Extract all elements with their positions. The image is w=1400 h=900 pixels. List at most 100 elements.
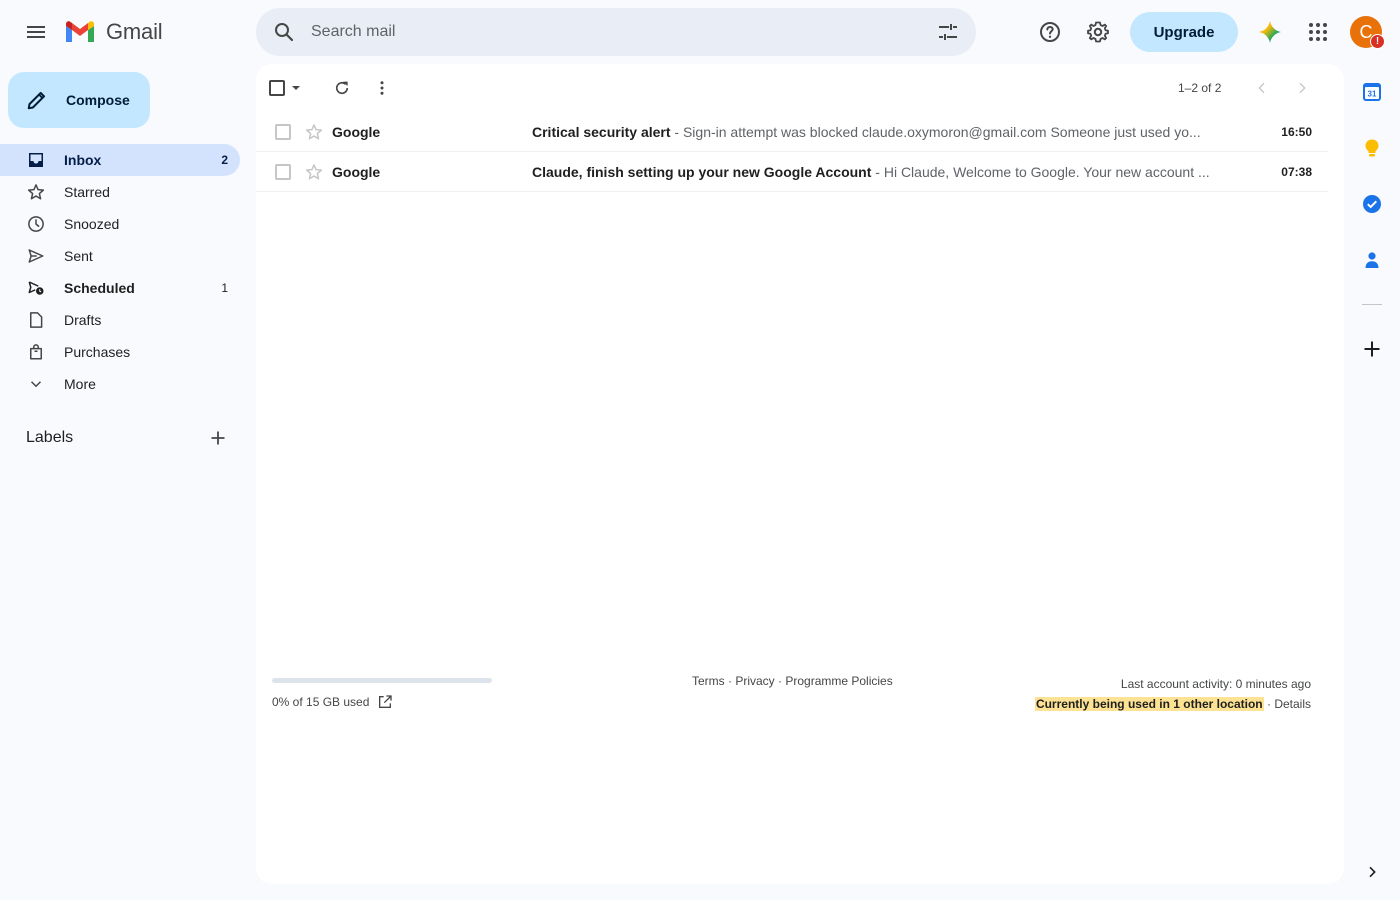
pencil-icon bbox=[27, 91, 46, 110]
footer-separator: · bbox=[774, 674, 786, 688]
email-snippet: - Sign-in attempt was blocked claude.oxy… bbox=[670, 123, 1201, 140]
newer-button[interactable] bbox=[1246, 72, 1278, 104]
main-menu-button[interactable] bbox=[12, 8, 60, 56]
email-checkbox[interactable] bbox=[275, 123, 291, 140]
email-time: 16:50 bbox=[1281, 124, 1312, 139]
send-icon bbox=[28, 249, 44, 263]
email-row[interactable]: Google Critical security alert - Sign-in… bbox=[256, 112, 1328, 152]
tasks-button[interactable] bbox=[1352, 184, 1392, 224]
sidebar-nav: Inbox 2 Starred Snoozed Sent Scheduled 1… bbox=[0, 144, 240, 400]
programme-policies-link[interactable]: Programme Policies bbox=[785, 674, 892, 688]
sidebar-item-starred[interactable]: Starred bbox=[0, 176, 240, 208]
side-panel-divider bbox=[1362, 304, 1382, 305]
footer-separator: · bbox=[724, 674, 736, 688]
tasks-icon bbox=[1363, 195, 1381, 213]
search-button[interactable] bbox=[260, 8, 308, 56]
settings-button[interactable] bbox=[1074, 8, 1122, 56]
pagination-text: 1–2 of 2 bbox=[1178, 81, 1222, 95]
star-icon[interactable] bbox=[305, 163, 323, 181]
labels-section-header: Labels bbox=[26, 426, 240, 450]
more-vert-icon bbox=[380, 81, 384, 95]
search-icon bbox=[275, 23, 294, 42]
email-sender: Google bbox=[332, 123, 381, 140]
expand-panel-icon bbox=[1369, 866, 1376, 878]
sidebar-item-label: Scheduled bbox=[64, 280, 135, 296]
get-addons-button[interactable] bbox=[1352, 329, 1392, 369]
show-side-panel-button[interactable] bbox=[1356, 856, 1388, 888]
mail-footer: 0% of 15 GB used Terms · Privacy · Progr… bbox=[256, 670, 1328, 730]
gemini-icon bbox=[1259, 21, 1281, 43]
email-subject: Critical security alert bbox=[532, 123, 671, 140]
google-apps-button[interactable] bbox=[1294, 8, 1342, 56]
details-link[interactable]: Details bbox=[1274, 697, 1311, 711]
last-activity-text: Last account activity: 0 minutes ago bbox=[1120, 677, 1311, 691]
compose-label: Compose bbox=[66, 92, 130, 108]
top-bar: Gmail Upgrade C ! bbox=[0, 0, 1400, 64]
help-icon bbox=[1040, 22, 1060, 42]
more-actions-button[interactable] bbox=[366, 72, 398, 104]
draft-icon bbox=[30, 312, 43, 328]
mail-panel: 1–2 of 2 Google Critical security alert … bbox=[256, 64, 1344, 884]
sidebar-item-label: Drafts bbox=[64, 312, 102, 328]
sidebar-item-more[interactable]: More bbox=[0, 368, 240, 400]
gemini-button[interactable] bbox=[1248, 10, 1292, 54]
scheduled-count: 1 bbox=[221, 281, 228, 295]
email-row[interactable]: Google Claude, finish setting up your ne… bbox=[256, 152, 1328, 192]
mail-toolbar: 1–2 of 2 bbox=[256, 64, 1328, 112]
sidebar-item-purchases[interactable]: Purchases bbox=[0, 336, 240, 368]
terms-link[interactable]: Terms bbox=[692, 674, 725, 688]
storage-text: 0% of 15 GB used bbox=[272, 695, 370, 709]
sidebar-item-label: Starred bbox=[64, 184, 110, 200]
labels-title: Labels bbox=[26, 429, 74, 446]
contacts-icon bbox=[1365, 252, 1379, 268]
contacts-button[interactable] bbox=[1352, 240, 1392, 280]
gmail-m-icon bbox=[66, 21, 94, 42]
account-activity: Last account activity: 0 minutes ago Cur… bbox=[1034, 674, 1311, 714]
star-icon[interactable] bbox=[305, 123, 323, 141]
shopping-bag-icon bbox=[30, 344, 42, 360]
email-checkbox[interactable] bbox=[275, 163, 291, 180]
sidebar-item-sent[interactable]: Sent bbox=[0, 240, 240, 272]
open-in-new-icon bbox=[379, 695, 393, 708]
footer-links: Terms · Privacy · Programme Policies bbox=[692, 674, 893, 688]
settings-icon bbox=[1087, 21, 1109, 43]
create-label-button[interactable] bbox=[202, 426, 234, 450]
upgrade-button[interactable]: Upgrade bbox=[1130, 12, 1238, 52]
checkbox-icon bbox=[269, 80, 285, 96]
location-notice: Currently being used in 1 other location bbox=[1034, 697, 1264, 711]
privacy-link[interactable]: Privacy bbox=[735, 674, 774, 688]
sidebar-item-label: More bbox=[64, 376, 96, 392]
email-content: Claude, finish setting up your new Googl… bbox=[532, 164, 1222, 180]
support-button[interactable] bbox=[1026, 8, 1074, 56]
calendar-day: 31 bbox=[1368, 90, 1377, 99]
sidebar-item-snoozed[interactable]: Snoozed bbox=[0, 208, 240, 240]
refresh-icon bbox=[335, 81, 349, 95]
unread-count: 2 bbox=[221, 153, 228, 167]
search-input[interactable] bbox=[311, 23, 924, 41]
email-sender: Google bbox=[332, 163, 381, 180]
email-snippet: - Hi Claude, Welcome to Google. Your new… bbox=[871, 163, 1210, 180]
search-options-button[interactable] bbox=[924, 8, 972, 56]
email-content: Critical security alert - Sign-in attemp… bbox=[532, 124, 1222, 140]
add-addon-icon bbox=[1364, 341, 1380, 357]
gmail-logo[interactable]: Gmail bbox=[64, 18, 163, 46]
chevron-left-icon bbox=[1258, 82, 1265, 94]
clock-icon bbox=[28, 216, 44, 232]
caret-down-icon bbox=[292, 86, 300, 90]
calendar-icon: 31 bbox=[1363, 83, 1381, 101]
older-button[interactable] bbox=[1286, 72, 1318, 104]
refresh-button[interactable] bbox=[326, 72, 358, 104]
compose-button[interactable]: Compose bbox=[8, 72, 150, 128]
scheduled-send-icon bbox=[28, 281, 44, 295]
select-all-dropdown[interactable] bbox=[268, 76, 308, 100]
sidebar-item-label: Snoozed bbox=[64, 216, 120, 232]
calendar-button[interactable]: 31 bbox=[1352, 72, 1392, 112]
sidebar-item-drafts[interactable]: Drafts bbox=[0, 304, 240, 336]
gmail-wordmark: Gmail bbox=[106, 19, 163, 44]
sidebar-item-inbox[interactable]: Inbox 2 bbox=[0, 144, 240, 176]
account-alert-badge: ! bbox=[1370, 34, 1385, 49]
sidebar-item-scheduled[interactable]: Scheduled 1 bbox=[0, 272, 240, 304]
keep-button[interactable] bbox=[1352, 128, 1392, 168]
storage-usage[interactable]: 0% of 15 GB used bbox=[272, 694, 393, 710]
inbox-icon bbox=[29, 153, 43, 167]
